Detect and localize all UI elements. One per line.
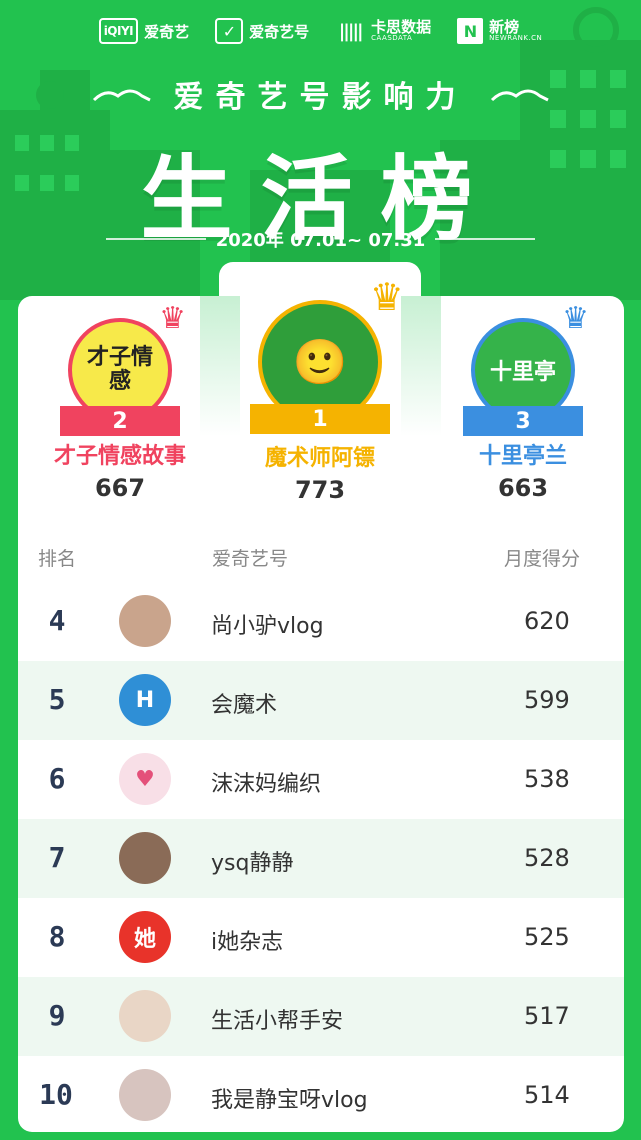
col-rank-header: 排名 — [38, 548, 77, 570]
partner-logos: iQIYI 爱奇艺 ✓ 爱奇艺号 ||||| 卡思数据 CAASDATA N 新… — [0, 18, 641, 44]
row-rank: 7 — [48, 841, 66, 874]
table-row[interactable]: 5 H 会魔术 599 — [18, 661, 624, 740]
podium-name: 十里亭兰 — [478, 444, 567, 469]
podium-score: 773 — [294, 476, 346, 504]
page-subtitle: 爱奇艺号影响力 — [173, 80, 468, 115]
light-beam-decoration — [401, 296, 441, 436]
row-rank: 8 — [48, 920, 66, 953]
podium-rank-1[interactable]: 🙂 ♛ 1 魔术师阿镖 773 — [236, 278, 404, 504]
podium-name: 魔术师阿镖 — [264, 446, 375, 471]
crown-icon: ♛ — [562, 301, 589, 336]
partner-label: 爱奇艺 — [144, 22, 190, 41]
date-range: 2020年 07.01~ 07.31 — [215, 230, 426, 251]
table-row[interactable]: 4 尚小驴vlog 620 — [18, 582, 624, 661]
partner-caasdata: ||||| 卡思数据 CAASDATA — [335, 18, 431, 44]
row-name: 尚小驴vlog — [211, 614, 324, 639]
col-account-header: 爱奇艺号 — [212, 548, 289, 570]
avatar — [119, 990, 171, 1042]
partner-iqiyi: iQIYI 爱奇艺 — [98, 18, 190, 44]
podium-rank-3[interactable]: 十里亭 ♛ 3 十里亭兰 663 — [439, 304, 607, 502]
table-header: 排名 爱奇艺号 月度得分 — [18, 540, 624, 576]
row-score: 599 — [524, 686, 570, 714]
divider — [435, 238, 536, 240]
avatar — [119, 595, 171, 647]
row-name: 沫沫妈编织 — [211, 772, 322, 797]
row-rank: 9 — [48, 999, 66, 1032]
podium-rank-2[interactable]: 才子情感 ♛ 2 才子情感故事 667 — [36, 304, 204, 503]
rank-ribbon: 1 — [250, 404, 390, 434]
row-rank: 6 — [48, 762, 66, 795]
partner-label: 新榜 — [489, 18, 520, 36]
table-row[interactable]: 6 ♥ 沫沫妈编织 538 — [18, 740, 624, 819]
rank-ribbon: 2 — [60, 406, 180, 436]
avatar — [119, 832, 171, 884]
row-name: 会魔术 — [211, 693, 278, 718]
row-score: 525 — [524, 923, 570, 951]
rank-ribbon: 3 — [463, 406, 583, 436]
date-range-row: 2020年 07.01~ 07.31 — [0, 226, 641, 252]
row-score: 528 — [524, 844, 570, 872]
row-score: 620 — [524, 607, 570, 635]
row-name: i她杂志 — [211, 930, 284, 955]
iqiyi-logo: iQIYI — [98, 18, 139, 44]
row-rank: 5 — [48, 683, 66, 716]
row-score: 514 — [524, 1081, 570, 1109]
partner-sub-label: NEWRANK.CN — [489, 34, 543, 42]
row-score: 517 — [524, 1002, 570, 1030]
row-rank: 4 — [48, 604, 66, 637]
avatar — [119, 1069, 171, 1121]
table-row[interactable]: 7 ysq静静 528 — [18, 819, 624, 898]
row-rank: 10 — [39, 1078, 73, 1111]
crown-icon: ♛ — [369, 275, 404, 319]
table-row[interactable]: 10 我是静宝呀vlog 514 — [18, 1056, 624, 1135]
row-name: 我是静宝呀vlog — [211, 1088, 368, 1113]
checkmark-logo: ✓ — [215, 18, 244, 44]
partner-sub-label: CAASDATA — [371, 34, 413, 42]
ranking-list: 4 尚小驴vlog 620 5 H 会魔术 599 6 ♥ 沫沫妈编织 538 … — [18, 582, 624, 1135]
bars-logo: ||||| — [338, 20, 364, 42]
light-beam-decoration — [200, 296, 240, 436]
col-score-header: 月度得分 — [504, 548, 581, 570]
row-name: ysq静静 — [211, 851, 294, 876]
avatar: ♥ — [119, 753, 171, 805]
table-row[interactable]: 9 生活小帮手安 517 — [18, 977, 624, 1056]
avatar: H — [119, 674, 171, 726]
partner-label: 爱奇艺号 — [249, 22, 310, 41]
divider — [105, 238, 206, 240]
partner-newrank: N 新榜 NEWRANK.CN — [457, 18, 542, 44]
podium-score: 667 — [94, 474, 146, 502]
newrank-logo: N — [457, 18, 484, 44]
avatar: 她 — [119, 911, 171, 963]
partner-iqiyi-hao: ✓ 爱奇艺号 — [215, 18, 309, 44]
row-score: 538 — [524, 765, 570, 793]
podium-score: 663 — [497, 474, 549, 502]
partner-label: 卡思数据 — [371, 18, 432, 36]
podium-name: 才子情感故事 — [53, 444, 186, 469]
table-row[interactable]: 8 她 i她杂志 525 — [18, 898, 624, 977]
crown-icon: ♛ — [159, 301, 186, 336]
row-name: 生活小帮手安 — [211, 1009, 344, 1034]
